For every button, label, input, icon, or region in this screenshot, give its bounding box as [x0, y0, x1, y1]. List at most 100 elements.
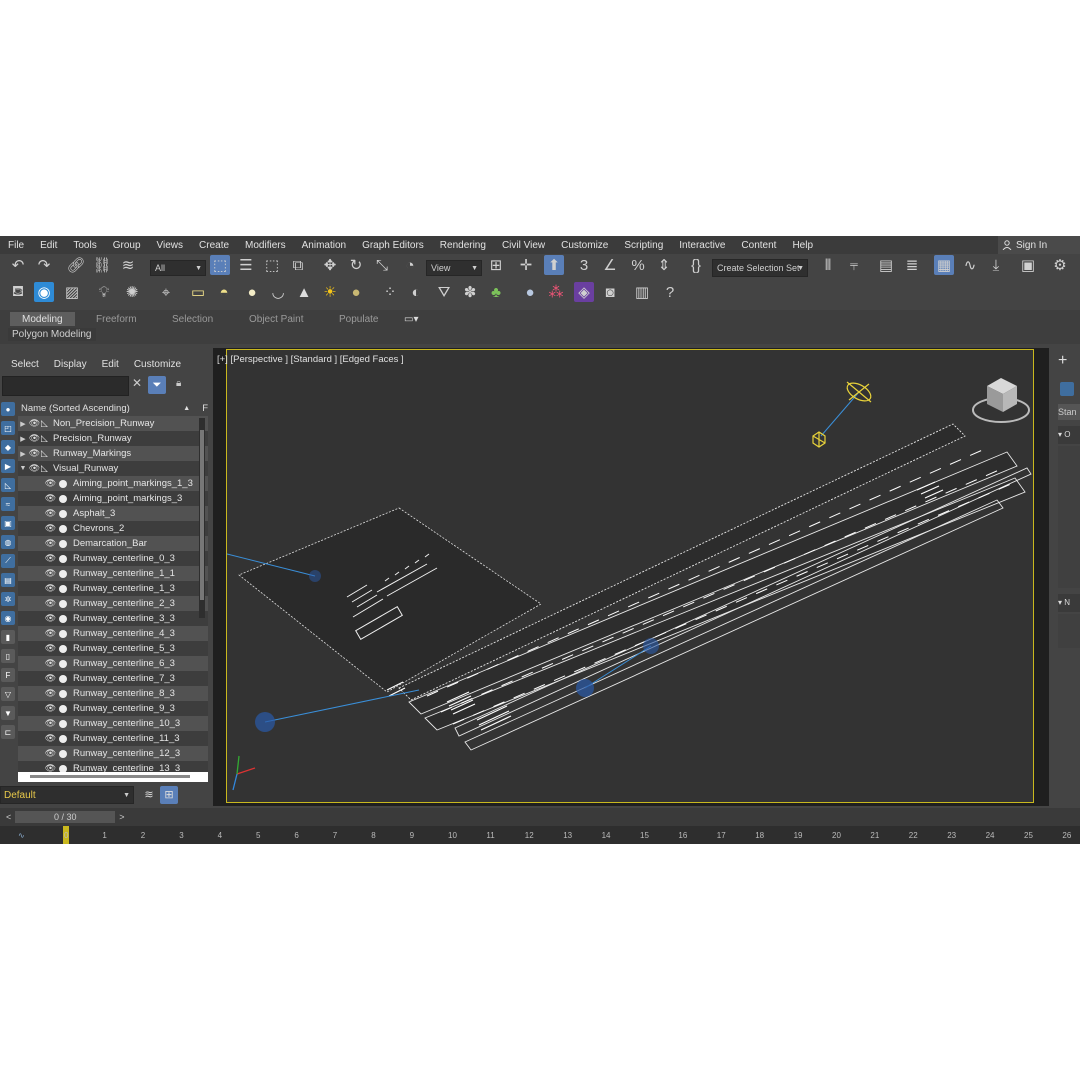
move-icon[interactable]: ✥ — [320, 255, 340, 275]
expand-arrow-icon[interactable]: ▶ — [18, 420, 28, 428]
menu-animation[interactable]: Animation — [294, 240, 354, 251]
tab-object-paint[interactable]: Object Paint — [249, 312, 303, 326]
scene-explorer-icon[interactable]: ▤ — [876, 255, 896, 275]
filter-by-icon[interactable]: ▼ — [1, 706, 15, 720]
display-shapes-icon[interactable]: ◰ — [1, 421, 15, 435]
bind-space-warp-icon[interactable]: ≋ — [118, 255, 138, 275]
sphere-primitive-icon[interactable]: ● — [242, 282, 262, 302]
slate-editor-icon[interactable]: ◈ — [574, 282, 594, 302]
render-setup-icon[interactable]: ▣ — [1018, 255, 1038, 275]
schematic-view-icon[interactable]: ⤓ — [986, 255, 1006, 275]
filter-selection-icon[interactable]: ▽ — [1, 687, 15, 701]
explorer-menu-customize[interactable]: Customize — [123, 359, 181, 370]
lights-group-icon[interactable]: ✺ — [122, 282, 142, 302]
clear-search-icon[interactable]: ✕ — [130, 376, 144, 394]
menu-civil-view[interactable]: Civil View — [494, 240, 553, 251]
tree-group-row[interactable]: ▶ 👁︎ ◺ Precision_Runway — [18, 431, 208, 446]
named-selection-dropdown[interactable]: Create Selection Set ▼ — [712, 259, 808, 277]
timeline-ruler[interactable]: ∿ 0 1 2 3 4 5 6 7 8 9 10 11 12 13 14 15 16 17 18 19 20 21 22 23… — [0, 826, 1080, 844]
tree-item-row[interactable]: 👁︎ Runway_centerline_9_3 — [18, 701, 208, 716]
prev-frame-icon[interactable]: < — [6, 812, 11, 822]
visibility-eye-icon[interactable]: 👁︎ — [44, 598, 57, 609]
window-crossing-icon[interactable]: ⧉ — [288, 255, 308, 275]
filter-icon[interactable]: ⏷ — [148, 376, 166, 394]
tab-modeling[interactable]: Modeling — [10, 312, 75, 326]
pivot-center-icon[interactable]: ⊞ — [486, 255, 506, 275]
sign-in-button[interactable]: Sign In — [998, 236, 1080, 254]
explorer-menu-display[interactable]: Display — [43, 359, 87, 370]
rollout-object-type[interactable]: ▾ O — [1058, 426, 1080, 444]
render-window-icon[interactable]: ▨ — [62, 282, 82, 302]
undo-icon[interactable]: ↶ — [8, 255, 28, 275]
curve-editor-mini-icon[interactable]: ∿ — [18, 831, 25, 840]
visibility-eye-icon[interactable]: 👁︎ — [44, 628, 57, 639]
display-lights-icon[interactable]: ◆ — [1, 440, 15, 454]
snaps-toggle-icon[interactable]: 3 — [574, 255, 594, 275]
select-manipulate-icon[interactable]: ✛ — [516, 255, 536, 275]
link-icon[interactable]: 🔗︎ — [66, 255, 86, 275]
lock-icon[interactable]: 🔒︎ — [176, 378, 181, 389]
tree-item-row[interactable]: 👁︎ Runway_centerline_4_3 — [18, 626, 208, 641]
sun-icon[interactable]: ☀ — [320, 282, 340, 302]
visibility-eye-icon[interactable]: 👁︎ — [44, 703, 57, 714]
perspective-viewport[interactable] — [226, 349, 1034, 803]
time-slider-value[interactable]: 0 / 30 — [15, 811, 116, 823]
dynamics-icon[interactable]: ⛛ — [434, 282, 454, 302]
plane-primitive-icon[interactable]: ▭ — [188, 282, 208, 302]
dome-primitive-icon[interactable]: ◓ — [214, 282, 234, 302]
next-frame-icon[interactable]: > — [119, 812, 124, 822]
time-slider[interactable]: < 0 / 30 > — [6, 810, 136, 824]
tree-item-row[interactable]: 👁︎ Aiming_point_markings_3 — [18, 491, 208, 506]
display-space-warps-icon[interactable]: ≈ — [1, 497, 15, 511]
layer-dropdown[interactable]: Default ▼ — [0, 786, 134, 804]
display-invert-icon[interactable]: F — [1, 668, 15, 682]
percent-snap-icon[interactable]: % — [628, 255, 648, 275]
cone-primitive-icon[interactable]: ▲ — [294, 282, 314, 302]
tree-item-row[interactable]: 👁︎ Runway_centerline_2_3 — [18, 596, 208, 611]
tab-populate[interactable]: Populate — [339, 312, 378, 326]
display-all-icon[interactable]: ▮ — [1, 630, 15, 644]
viewport-label[interactable]: [+] [Perspective ] [Standard ] [Edged Fa… — [217, 354, 404, 365]
menu-create[interactable]: Create — [191, 240, 237, 251]
display-groups-icon[interactable]: ▣ — [1, 516, 15, 530]
display-xrefs-icon[interactable]: ◍ — [1, 535, 15, 549]
hair-icon[interactable]: ◐ — [406, 282, 426, 302]
scrollbar-thumb[interactable] — [200, 430, 204, 600]
visibility-eye-icon[interactable]: 👁︎ — [44, 643, 57, 654]
layers-icon[interactable]: ≋ — [140, 786, 158, 804]
tree-group-row[interactable]: ▼ 👁︎ ◺ Visual_Runway — [18, 461, 208, 476]
mirror-icon[interactable]: ⫴ — [818, 255, 838, 275]
tree-group-row[interactable]: ▶ 👁︎ ◺ Runway_Markings — [18, 446, 208, 461]
visibility-eye-icon[interactable]: 👁︎ — [44, 748, 57, 759]
menu-content[interactable]: Content — [733, 240, 784, 251]
curve-editor-icon[interactable]: ∿ — [960, 255, 980, 275]
layer-explorer-icon[interactable]: ≣ — [902, 255, 922, 275]
visibility-eye-icon[interactable]: 👁︎ — [44, 568, 57, 579]
bowl-primitive-icon[interactable]: ◡ — [268, 282, 288, 302]
tree-item-row[interactable]: 👁︎ Runway_centerline_8_3 — [18, 686, 208, 701]
visibility-eye-icon[interactable]: 👁︎ — [28, 463, 41, 474]
unlink-icon[interactable]: ⛓︎ — [92, 255, 112, 275]
tree-item-row[interactable]: 👁︎ Demarcation_Bar — [18, 536, 208, 551]
edit-named-selection-icon[interactable]: {} — [686, 255, 706, 275]
tree-item-row[interactable]: 👁︎ Runway_centerline_6_3 — [18, 656, 208, 671]
menu-customize[interactable]: Customize — [553, 240, 616, 251]
scale-icon[interactable]: ⤡ — [372, 255, 392, 275]
list-column-header[interactable]: Name (Sorted Ascending) ▲ F — [18, 400, 208, 416]
visibility-eye-icon[interactable]: 👁︎ — [28, 448, 41, 459]
visibility-eye-icon[interactable]: 👁︎ — [28, 433, 41, 444]
ribbon-options-icon[interactable]: ▭▾ — [404, 312, 418, 326]
explorer-vertical-scrollbar[interactable] — [199, 418, 205, 618]
redo-icon[interactable]: ↷ — [34, 255, 54, 275]
tree-item-row[interactable]: 👁︎ Runway_centerline_11_3 — [18, 731, 208, 746]
explorer-menu-select[interactable]: Select — [0, 359, 39, 370]
menu-rendering[interactable]: Rendering — [432, 240, 494, 251]
tree-item-row[interactable]: 👁︎ Runway_centerline_3_3 — [18, 611, 208, 626]
collapse-arrow-icon[interactable]: ▼ — [18, 465, 28, 472]
visibility-eye-icon[interactable]: 👁︎ — [44, 538, 57, 549]
menu-tools[interactable]: Tools — [65, 240, 104, 251]
selection-filter-dropdown[interactable]: All ▼ — [150, 260, 206, 276]
hierarchy-icon[interactable]: ⊏ — [1, 725, 15, 739]
visibility-eye-icon[interactable]: 👁︎ — [44, 478, 57, 489]
visibility-eye-icon[interactable]: 👁︎ — [44, 718, 57, 729]
